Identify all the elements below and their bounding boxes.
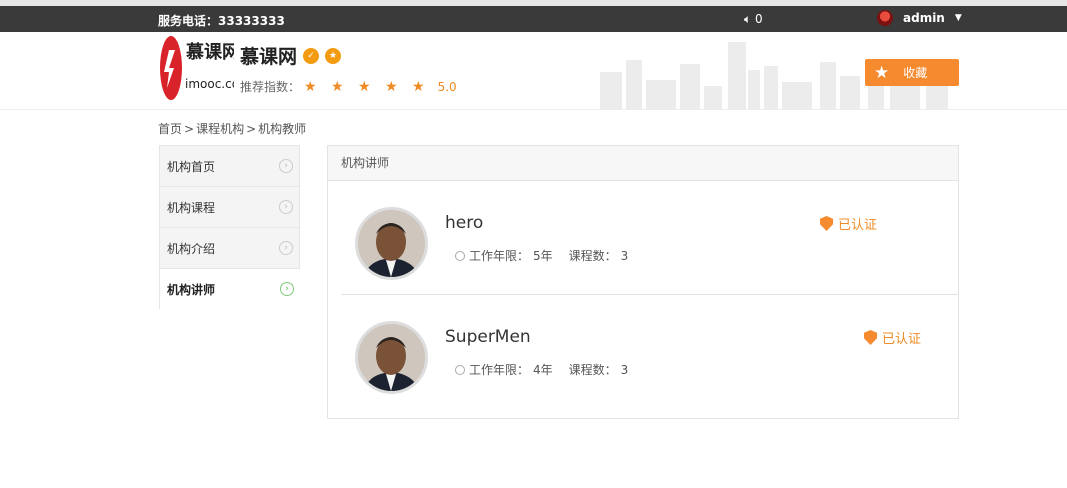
years-label: 工作年限：	[469, 363, 530, 377]
org-header: 慕课网 imooc.com 慕课网 ✓ ★ 推荐指数： ★ ★ ★ ★ ★ 5.…	[0, 32, 1067, 110]
chevron-down-icon: ▼	[954, 13, 962, 23]
org-name: 慕课网	[240, 46, 298, 68]
teacher-meta: 工作年限： 4年 课程数： 3	[455, 361, 628, 378]
favorite-label: 收藏	[903, 66, 928, 80]
sidebar-item-label: 机构讲师	[167, 282, 216, 297]
chevron-right-icon: ›	[279, 159, 293, 173]
rating-score: 5.0	[437, 79, 457, 94]
imooc-logo[interactable]: 慕课网 imooc.com	[158, 34, 234, 102]
sidebar-item-courses[interactable]: 机构课程 ›	[159, 186, 300, 227]
sidebar-item-label: 机构课程	[167, 200, 216, 215]
breadcrumb-separator: >	[246, 122, 257, 136]
years-label: 工作年限：	[469, 249, 530, 263]
teacher-photo[interactable]	[355, 321, 428, 394]
teachers-panel: 机构讲师 hero 已认证 工作年限： 5年 课程数： 3 SuperMen 已…	[327, 145, 959, 419]
certified-label: 已认证	[838, 218, 878, 233]
courses-label: 课程数：	[568, 363, 617, 377]
org-sidebar: 机构首页 › 机构课程 › 机构介绍 › 机构讲师 ›	[159, 145, 300, 309]
years-value: 4年	[533, 363, 553, 377]
top-bar: 服务电话：33333333 🔈︎ 0 admin ▼	[0, 6, 1067, 32]
gold-medal-icon: ★	[325, 47, 342, 64]
teacher-card[interactable]: hero 已认证 工作年限： 5年 课程数： 3	[328, 181, 958, 294]
logo-title: 慕课网	[186, 42, 234, 63]
teacher-name[interactable]: hero	[445, 213, 483, 233]
courses-value: 3	[620, 362, 629, 377]
speaker-icon: 🔈︎	[744, 12, 752, 26]
logo-domain: imooc.com	[185, 77, 234, 91]
user-menu[interactable]: admin ▼	[877, 10, 962, 26]
breadcrumb-separator: >	[184, 122, 195, 136]
recommend-rating: 推荐指数： ★ ★ ★ ★ ★ 5.0	[240, 78, 457, 95]
sidebar-item-label: 机构介绍	[167, 241, 216, 256]
rating-stars-icon: ★ ★ ★ ★ ★	[304, 78, 430, 95]
teacher-meta: 工作年限： 5年 课程数： 3	[455, 247, 628, 264]
username: admin	[903, 11, 945, 25]
user-avatar	[877, 10, 893, 26]
teacher-photo[interactable]	[355, 207, 428, 280]
service-hotline: 服务电话：33333333	[158, 14, 285, 28]
chevron-right-icon: ›	[279, 241, 293, 255]
certified-label: 已认证	[882, 332, 922, 347]
certified-badge: 已认证	[820, 214, 877, 233]
sidebar-item-label: 机构首页	[167, 159, 216, 174]
clock-icon	[455, 364, 465, 375]
breadcrumb-home[interactable]: 首页	[158, 122, 182, 136]
chevron-right-icon: ›	[280, 282, 294, 296]
teacher-card[interactable]: SuperMen 已认证 工作年限： 4年 课程数： 3	[341, 294, 958, 407]
chevron-right-icon: ›	[279, 200, 293, 214]
messages-link[interactable]: 🔈︎ 0	[744, 12, 763, 27]
panel-title: 机构讲师	[328, 146, 958, 181]
verified-badge-icon: ✓	[303, 47, 320, 64]
shield-icon	[864, 330, 877, 345]
sidebar-item-intro[interactable]: 机构介绍 ›	[159, 227, 300, 268]
years-value: 5年	[533, 249, 553, 263]
certified-badge: 已认证	[864, 328, 921, 347]
sidebar-item-home[interactable]: 机构首页 ›	[159, 145, 300, 186]
org-title: 慕课网 ✓ ★	[240, 42, 342, 69]
rating-label: 推荐指数：	[240, 80, 301, 94]
breadcrumb-current: 机构教师	[258, 122, 307, 136]
clock-icon	[455, 250, 465, 261]
favorite-button[interactable]: ★ 收藏	[865, 59, 959, 86]
courses-value: 3	[620, 248, 629, 263]
star-icon: ★	[874, 62, 890, 83]
messages-count: 0	[755, 12, 763, 26]
sidebar-item-teachers[interactable]: 机构讲师 ›	[159, 268, 300, 309]
courses-label: 课程数：	[568, 249, 617, 263]
teacher-name[interactable]: SuperMen	[445, 327, 531, 347]
shield-icon	[820, 216, 833, 231]
breadcrumb: 首页 > 课程机构 > 机构教师	[158, 120, 306, 137]
breadcrumb-orgs[interactable]: 课程机构	[196, 122, 244, 136]
